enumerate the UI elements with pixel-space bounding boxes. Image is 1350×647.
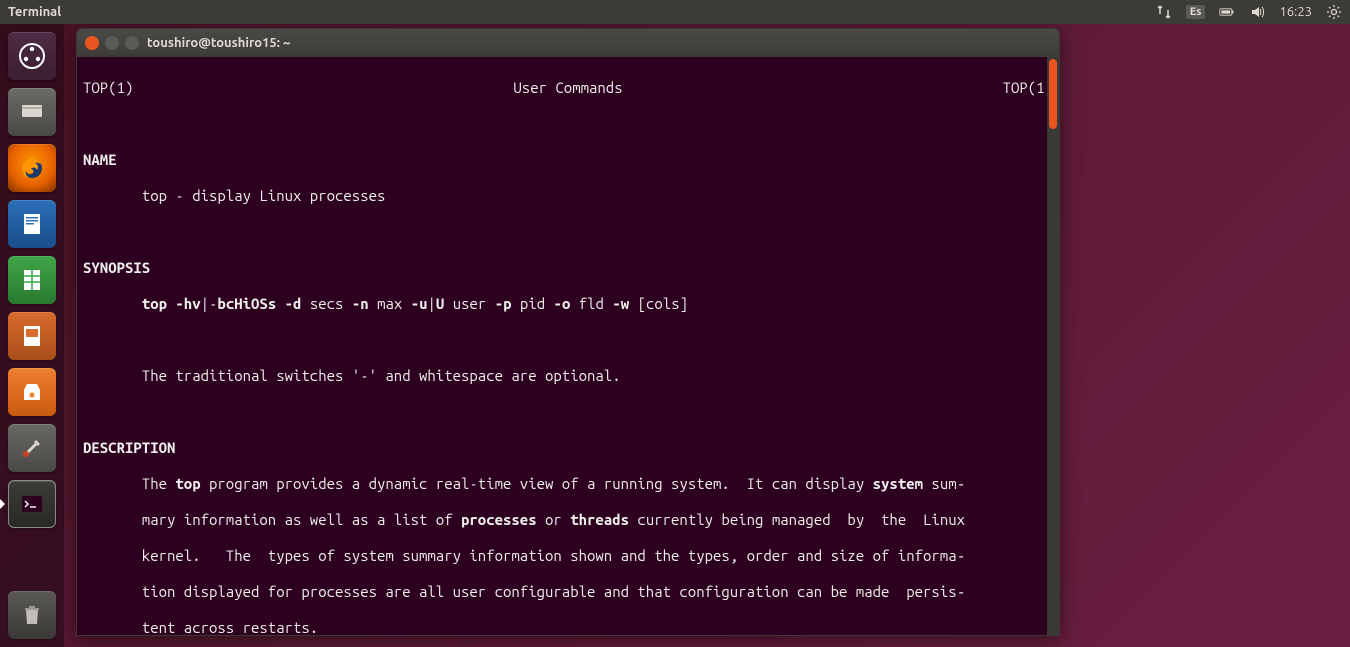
software-icon	[8, 368, 56, 416]
menubar-app-title: Terminal	[8, 5, 61, 19]
window-maximize-button[interactable]	[125, 36, 139, 50]
man-header-left: TOP(1)	[83, 79, 143, 97]
syn-u: -u	[411, 295, 428, 312]
desc-l2b: or	[537, 511, 571, 528]
syn-d: -d	[285, 295, 302, 312]
keyboard-layout-indicator[interactable]: Es	[1186, 5, 1206, 19]
clock[interactable]: 16:23	[1279, 5, 1312, 19]
desc-l5: tent across restarts.	[142, 619, 318, 635]
syn-w: -w	[612, 295, 629, 312]
desc-l4: tion displayed for processes are all use…	[142, 583, 966, 600]
syn-max: max	[369, 295, 411, 312]
syn-flags: bcHiOSs	[217, 295, 276, 312]
desc-l2a: mary information as well as a list of	[142, 511, 461, 528]
window-title: toushiro@toushiro15: ~	[147, 36, 290, 50]
launcher-software[interactable]	[6, 366, 58, 418]
launcher-files[interactable]	[6, 86, 58, 138]
syn-hv: -hv	[175, 295, 200, 312]
launcher-firefox[interactable]	[6, 142, 58, 194]
syn-fld: fld	[570, 295, 612, 312]
desc-processes: processes	[461, 511, 537, 528]
battery-icon[interactable]	[1219, 4, 1235, 20]
window-minimize-button[interactable]	[105, 36, 119, 50]
terminal-content[interactable]: TOP(1)User CommandsTOP(1) NAME top - dis…	[77, 57, 1059, 635]
syn-pipe2: |	[428, 295, 436, 312]
launcher-dash[interactable]	[6, 30, 58, 82]
desc-threads: threads	[570, 511, 629, 528]
syn-o: -o	[554, 295, 571, 312]
terminal-scrollbar[interactable]	[1047, 57, 1059, 635]
section-synopsis: SYNOPSIS	[83, 259, 150, 276]
man-header-right: TOP(1)	[993, 79, 1053, 97]
terminal-scrollbar-thumb[interactable]	[1049, 59, 1057, 129]
settings-icon	[8, 424, 56, 472]
dash-icon	[8, 32, 56, 80]
syn-user: user	[444, 295, 494, 312]
top-menubar: Terminal Es 16:23	[0, 0, 1350, 24]
network-icon[interactable]	[1156, 4, 1172, 20]
syn-pipe: |-	[201, 295, 218, 312]
writer-icon	[8, 200, 56, 248]
window-close-button[interactable]	[85, 36, 99, 50]
desc-l1a: The	[142, 475, 176, 492]
window-buttons	[85, 36, 139, 50]
syn-cmd: top	[142, 295, 167, 312]
menubar-indicators: Es 16:23	[1156, 4, 1342, 20]
session-gear-icon[interactable]	[1326, 4, 1342, 20]
synopsis-note: The traditional switches '-' and whitesp…	[142, 367, 621, 384]
window-titlebar[interactable]: toushiro@toushiro15: ~	[77, 29, 1059, 57]
desc-system: system	[873, 475, 923, 492]
desc-l2c: currently being managed by the Linux	[629, 511, 965, 528]
impress-icon	[8, 312, 56, 360]
desc-l3: kernel. The types of system summary info…	[142, 547, 966, 564]
launcher-calc[interactable]	[6, 254, 58, 306]
syn-pid: pid	[512, 295, 554, 312]
syn-cols: [cols]	[629, 295, 688, 312]
syn-secs: secs	[301, 295, 351, 312]
trash-icon	[8, 591, 56, 639]
syn-p: -p	[495, 295, 512, 312]
launcher-impress[interactable]	[6, 310, 58, 362]
section-description: DESCRIPTION	[83, 439, 175, 456]
launcher-writer[interactable]	[6, 198, 58, 250]
terminal-window: toushiro@toushiro15: ~ TOP(1)User Comman…	[76, 28, 1060, 636]
syn-n: -n	[352, 295, 369, 312]
desc-l1c: sum‐	[923, 475, 966, 492]
man-header-center: User Commands	[143, 79, 993, 97]
volume-icon[interactable]	[1249, 4, 1265, 20]
firefox-icon	[8, 144, 56, 192]
section-name: NAME	[83, 151, 117, 168]
unity-launcher	[0, 24, 64, 647]
desc-l1b: program provides a dynamic real-time vie…	[201, 475, 873, 492]
calc-icon	[8, 256, 56, 304]
terminal-icon	[8, 480, 56, 528]
desc-top: top	[175, 475, 200, 492]
launcher-trash[interactable]	[6, 589, 58, 641]
name-line: top - display Linux processes	[142, 187, 386, 204]
launcher-settings[interactable]	[6, 422, 58, 474]
files-icon	[8, 88, 56, 136]
launcher-terminal[interactable]	[6, 478, 58, 530]
